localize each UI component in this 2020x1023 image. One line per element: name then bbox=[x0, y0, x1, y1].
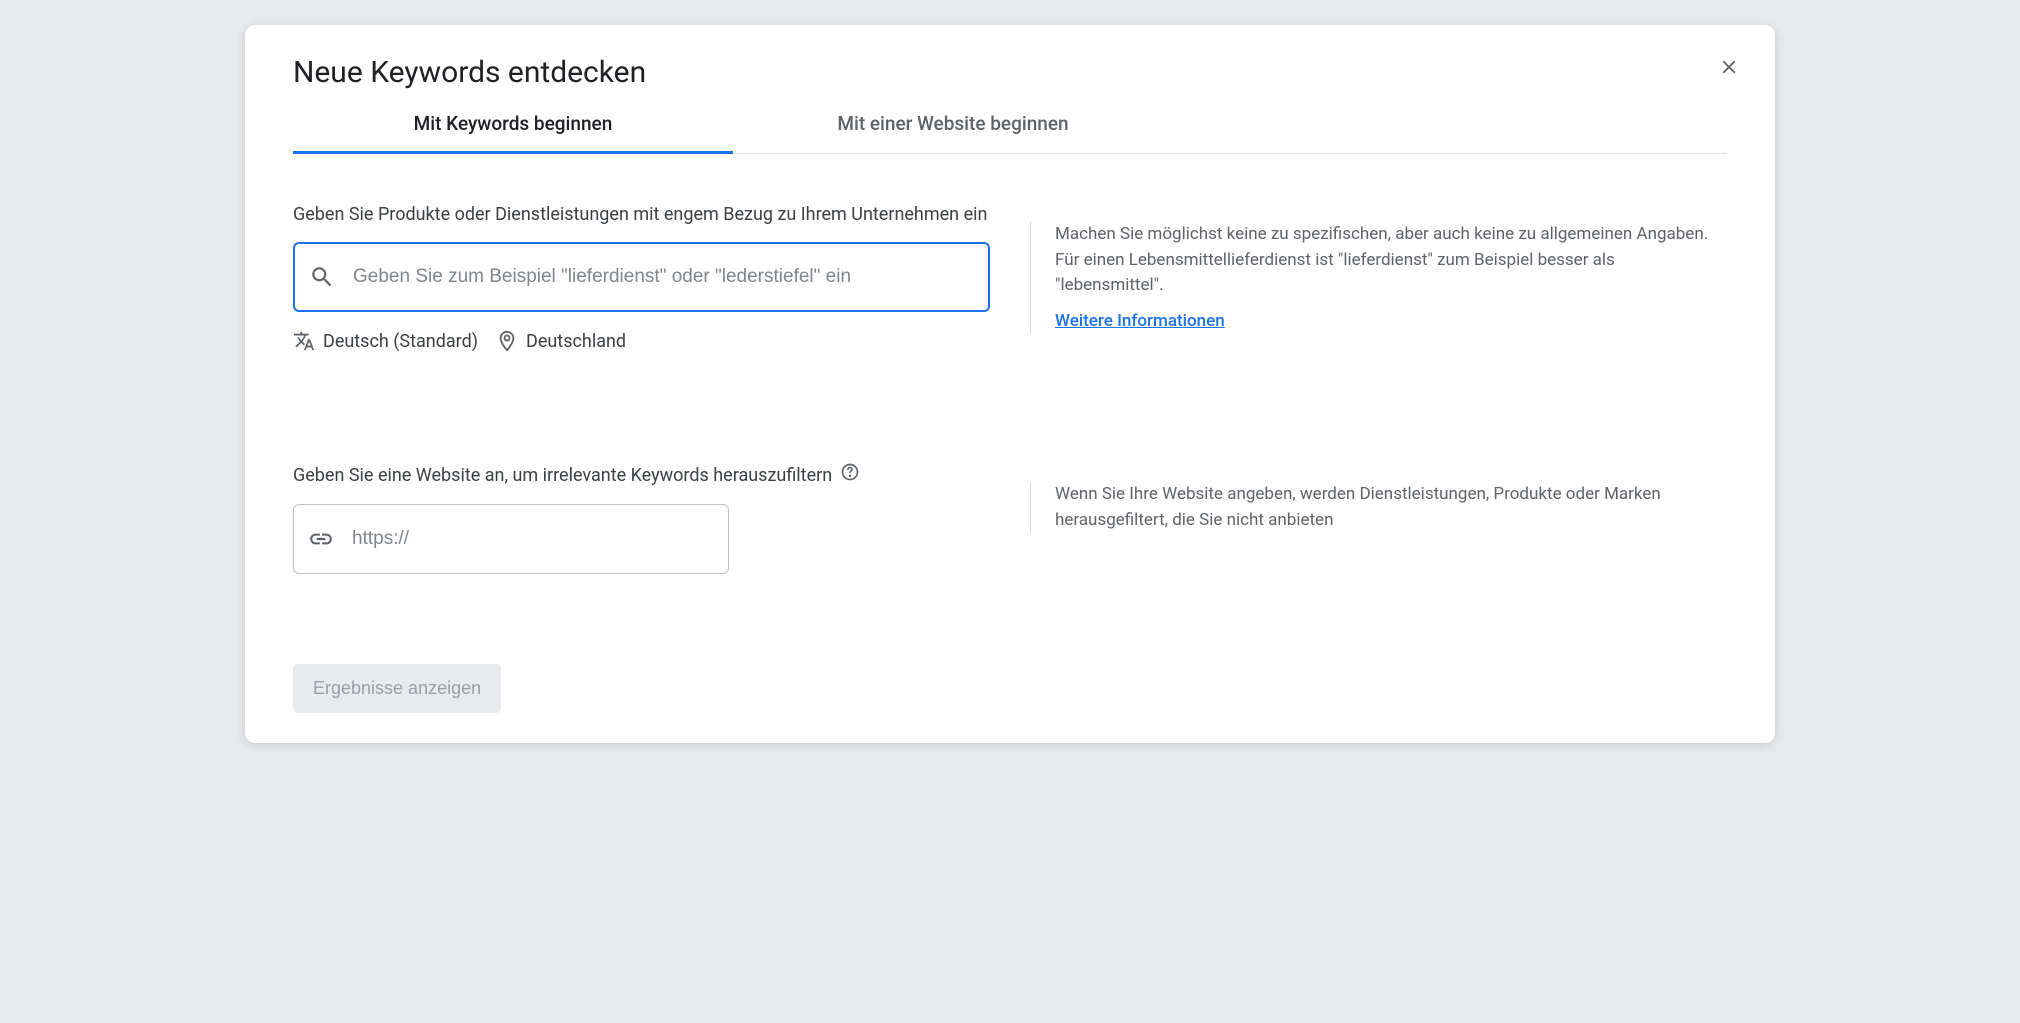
keyword-input[interactable] bbox=[353, 266, 974, 288]
language-label: Deutsch (Standard) bbox=[323, 331, 478, 352]
targeting-meta-row: Deutsch (Standard) Deutschland bbox=[293, 330, 990, 352]
website-hint: Wenn Sie Ihre Website angeben, werden Di… bbox=[1030, 482, 1727, 533]
location-icon bbox=[496, 330, 518, 352]
location-label: Deutschland bbox=[526, 331, 626, 352]
page-title: Neue Keywords entdecken bbox=[293, 55, 1727, 90]
search-icon bbox=[309, 264, 335, 290]
products-label: Geben Sie Produkte oder Dienstleistungen… bbox=[293, 202, 990, 228]
tab-bar: Mit Keywords beginnen Mit einer Website … bbox=[293, 112, 1727, 154]
website-label-row: Geben Sie eine Website an, um irrelevant… bbox=[293, 462, 990, 490]
website-input[interactable] bbox=[352, 528, 714, 550]
close-icon bbox=[1718, 56, 1740, 78]
learn-more-link[interactable]: Weitere Informationen bbox=[1055, 309, 1225, 335]
translate-icon bbox=[293, 330, 315, 352]
products-hint-text: Machen Sie möglichst keine zu spezifisch… bbox=[1055, 222, 1727, 299]
website-hint-text: Wenn Sie Ihre Website angeben, werden Di… bbox=[1055, 482, 1727, 533]
keyword-discovery-card: Neue Keywords entdecken Mit Keywords beg… bbox=[245, 25, 1775, 743]
tab-start-with-keywords[interactable]: Mit Keywords beginnen bbox=[293, 112, 733, 153]
location-selector[interactable]: Deutschland bbox=[496, 330, 626, 352]
show-results-button[interactable]: Ergebnisse anzeigen bbox=[293, 664, 501, 713]
help-icon[interactable] bbox=[840, 462, 860, 490]
products-hint: Machen Sie möglichst keine zu spezifisch… bbox=[1030, 222, 1727, 334]
tab-start-with-website[interactable]: Mit einer Website beginnen bbox=[733, 112, 1173, 153]
close-button[interactable] bbox=[1711, 49, 1747, 85]
website-input-wrap[interactable] bbox=[293, 504, 729, 574]
keyword-input-wrap[interactable] bbox=[293, 242, 990, 312]
section-website-filter: Geben Sie eine Website an, um irrelevant… bbox=[293, 462, 1727, 574]
section-products-services: Geben Sie Produkte oder Dienstleistungen… bbox=[293, 202, 1727, 352]
link-icon bbox=[308, 526, 334, 552]
website-label: Geben Sie eine Website an, um irrelevant… bbox=[293, 463, 832, 489]
language-selector[interactable]: Deutsch (Standard) bbox=[293, 330, 478, 352]
